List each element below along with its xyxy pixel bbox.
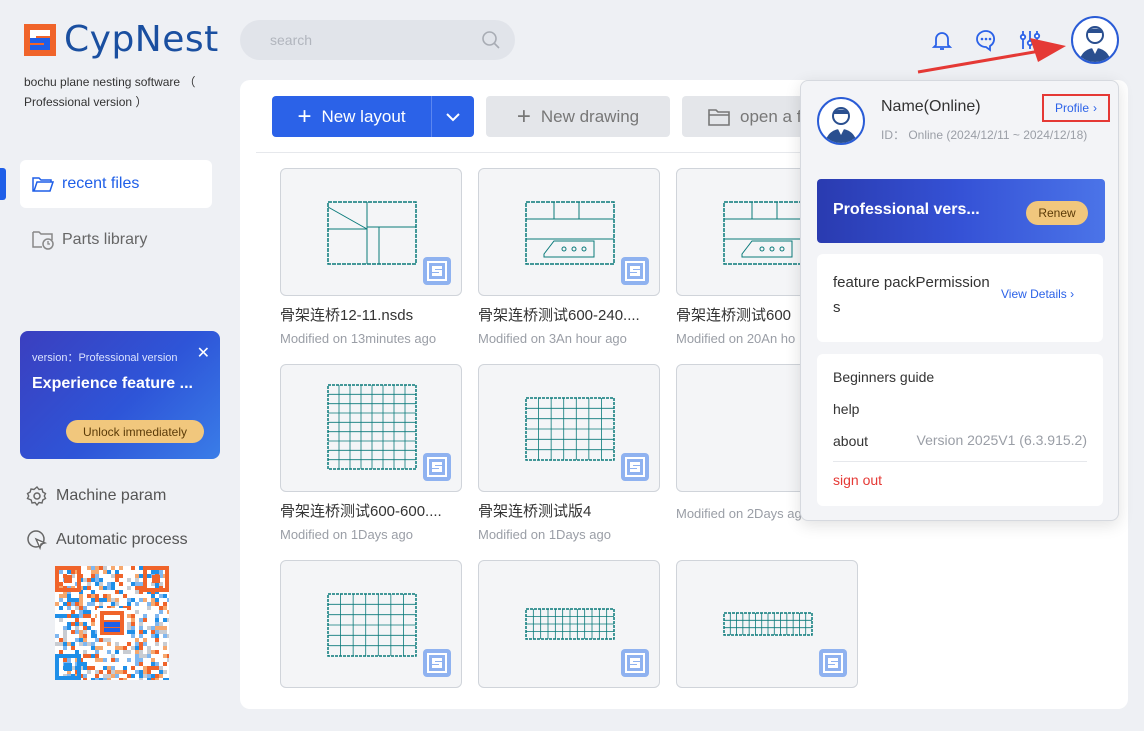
file-thumbnail[interactable]	[280, 364, 462, 492]
pro-version-banner[interactable]: Professional vers... Renew	[817, 179, 1105, 243]
sidebar-item-label: Parts library	[62, 231, 148, 248]
menu-item-help[interactable]: help	[833, 401, 859, 417]
file-thumbnail[interactable]	[478, 560, 660, 688]
divider	[833, 461, 1087, 462]
profile-link[interactable]: Profile ›	[1042, 94, 1110, 122]
promo-version: version：Professional version	[32, 352, 178, 364]
automatic-process-item[interactable]: Automatic process	[26, 529, 188, 551]
file-thumbnail[interactable]	[676, 560, 858, 688]
file-modified: Modified on 1Days ago	[478, 527, 611, 542]
new-layout-label: New layout	[321, 106, 406, 126]
chat-icon[interactable]	[974, 28, 998, 52]
account-menu: Beginners guide help about Version 2025V…	[817, 354, 1103, 506]
avatar[interactable]	[1071, 16, 1119, 64]
automatic-process-label: Automatic process	[56, 531, 188, 548]
feature-pack-card: feature packPermissions View Details ›	[817, 254, 1103, 342]
promo-headline: Experience feature ...	[32, 375, 193, 392]
user-avatar-icon	[1079, 26, 1111, 62]
bell-icon[interactable]	[930, 28, 954, 52]
search-icon[interactable]	[481, 30, 501, 50]
file-type-icon	[819, 649, 847, 677]
app-version: Version 2025V1 (6.3.915.2)	[916, 432, 1087, 448]
machine-param-label: Machine param	[56, 487, 167, 504]
user-name: Name(Online)	[881, 98, 981, 115]
user-avatar-icon	[825, 107, 857, 143]
file-modified: Modified on 13minutes ago	[280, 331, 437, 346]
file-type-icon	[423, 649, 451, 677]
file-card[interactable]: 骨架连桥测试600-240.... Modified on 3An hour ag…	[478, 168, 660, 346]
file-card[interactable]: 骨架连桥12-11.nsds Modified on 13minutes ago	[280, 168, 462, 346]
file-name: 骨架连桥12-11.nsds	[280, 307, 414, 324]
feature-pack-label: feature packPermissions	[833, 274, 990, 316]
file-name: 骨架连桥测试600-240....	[478, 307, 640, 324]
avatar	[817, 97, 865, 145]
profile-label: Profile	[1054, 101, 1089, 115]
sign-out-button[interactable]: sign out	[833, 472, 882, 488]
menu-item-beginners-guide[interactable]: Beginners guide	[833, 369, 934, 385]
file-card[interactable]	[280, 560, 462, 702]
gear-icon	[26, 486, 47, 507]
folder-icon	[708, 108, 730, 126]
sidebar-item-recent-files[interactable]: recent files	[20, 160, 212, 208]
chevron-right-icon: ›	[1070, 287, 1075, 301]
cursor-gear-icon	[27, 530, 48, 551]
unlock-button[interactable]: Unlock immediately	[66, 420, 204, 443]
folder-open-icon	[32, 177, 54, 192]
file-thumbnail[interactable]	[280, 168, 462, 296]
menu-item-about[interactable]: about	[833, 433, 868, 449]
file-card[interactable]: 骨架连桥测试版4 Modified on 1Days ago	[478, 364, 660, 542]
pro-version-label: Professional vers...	[833, 201, 980, 218]
app-logo: CypNest	[24, 20, 219, 60]
file-type-icon	[621, 453, 649, 481]
file-card[interactable]	[478, 560, 660, 702]
file-type-icon	[621, 649, 649, 677]
chevron-right-icon: ›	[1093, 101, 1097, 115]
active-indicator	[0, 168, 6, 200]
file-thumbnail[interactable]	[280, 560, 462, 688]
file-type-icon	[621, 257, 649, 285]
new-layout-button[interactable]: + New layout	[272, 96, 474, 137]
new-drawing-button[interactable]: + New drawing	[486, 96, 670, 137]
plus-icon: +	[297, 102, 312, 130]
qr-code	[55, 566, 169, 680]
user-id-line: ID： Online (2024/12/11 ~ 2024/12/18)	[881, 128, 1088, 142]
plus-icon: +	[516, 102, 531, 130]
file-card[interactable]: 骨架连桥测试600-600.... Modified on 1Days ago	[280, 364, 462, 542]
settings-sliders-icon[interactable]	[1018, 28, 1042, 52]
machine-param-item[interactable]: Machine param	[26, 485, 166, 507]
folder-clock-icon	[32, 231, 54, 250]
app-name: CypNest	[64, 19, 219, 60]
open-file-label: open a f	[740, 106, 802, 126]
search-input[interactable]: search	[240, 20, 515, 60]
close-icon[interactable]: ✕	[197, 343, 210, 363]
new-drawing-label: New drawing	[540, 106, 640, 126]
chevron-down-icon[interactable]	[432, 112, 474, 122]
file-thumbnail[interactable]	[478, 364, 660, 492]
renew-button[interactable]: Renew	[1026, 201, 1088, 225]
file-name: 骨架连桥测试600-600....	[280, 503, 442, 520]
file-name: 骨架连桥测试版4	[478, 503, 592, 520]
file-type-icon	[423, 257, 451, 285]
file-card[interactable]	[676, 560, 858, 702]
upgrade-promo-card[interactable]: version：Professional version ✕ Experienc…	[20, 331, 220, 459]
app-tagline: bochu plane nesting software （ Professio…	[24, 75, 196, 109]
sidebar-item-label: recent files	[62, 175, 140, 192]
profile-popover: Name(Online) ID： Online (2024/12/11 ~ 20…	[800, 80, 1119, 521]
file-thumbnail[interactable]	[478, 168, 660, 296]
file-type-icon	[423, 453, 451, 481]
sidebar-item-parts-library[interactable]: Parts library	[20, 216, 212, 264]
view-details-link[interactable]: View Details ›	[1001, 287, 1074, 301]
file-modified: Modified on 1Days ago	[280, 527, 413, 542]
cypnest-logo-icon	[24, 24, 56, 56]
file-modified: Modified on 3An hour ago	[478, 331, 627, 346]
